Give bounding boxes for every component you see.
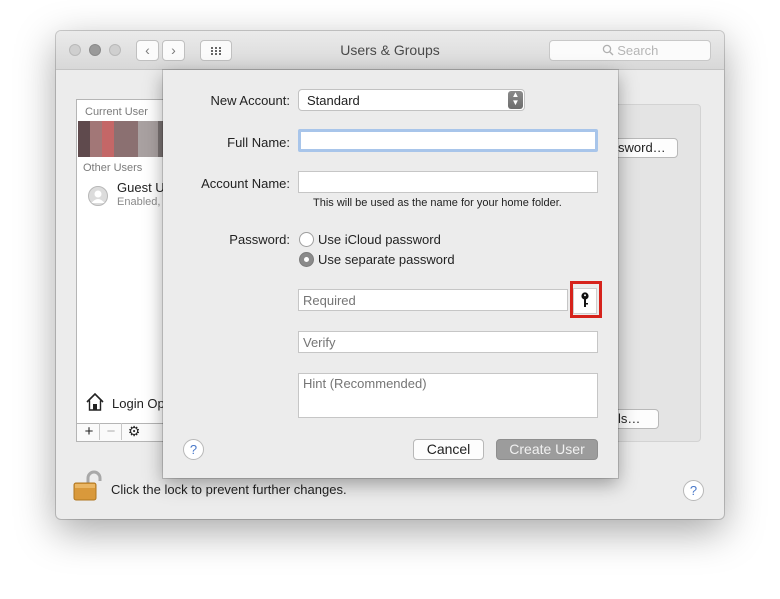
remove-user-button[interactable]: − — [101, 423, 122, 440]
account-type-popup[interactable]: Standard ▲ ▼ — [298, 89, 525, 111]
cancel-button[interactable]: Cancel — [413, 439, 484, 460]
icloud-password-radio[interactable] — [299, 232, 314, 247]
search-placeholder: Search — [617, 43, 659, 58]
lock-message: Click the lock to prevent further change… — [111, 482, 347, 497]
icloud-password-label[interactable]: Use iCloud password — [318, 232, 441, 247]
guest-user-status: Enabled, — [117, 196, 161, 208]
lock-icon[interactable] — [72, 469, 102, 501]
current-user-header: Current User — [85, 106, 148, 118]
help-button[interactable]: ? — [683, 480, 704, 501]
hint-field[interactable] — [298, 373, 598, 418]
gear-icon[interactable]: ⚙ — [123, 423, 145, 440]
verify-field[interactable] — [298, 331, 598, 353]
create-user-button[interactable]: Create User — [496, 439, 598, 460]
account-name-label: Account Name: — [201, 176, 290, 191]
separate-password-label[interactable]: Use separate password — [318, 252, 455, 267]
search-icon — [602, 43, 618, 58]
guest-avatar-icon — [88, 186, 108, 206]
house-icon — [85, 392, 105, 412]
full-name-label: Full Name: — [227, 135, 290, 150]
new-account-label: New Account: — [210, 93, 291, 108]
add-user-button[interactable]: + — [79, 423, 100, 440]
full-name-field[interactable] — [298, 129, 598, 152]
guest-user-name[interactable]: Guest U — [117, 180, 165, 195]
account-name-hint: This will be used as the name for your h… — [313, 197, 562, 209]
account-name-field[interactable] — [298, 171, 598, 193]
password-label: Password: — [229, 232, 290, 247]
other-users-header: Other Users — [83, 162, 143, 174]
popup-arrows-icon: ▲ ▼ — [508, 91, 523, 109]
login-options-item[interactable]: Login Op — [112, 396, 165, 411]
highlight-box — [570, 281, 602, 318]
account-type-value: Standard — [307, 93, 360, 108]
password-field[interactable] — [298, 289, 568, 311]
search-field[interactable]: Search — [549, 40, 711, 61]
sheet-help-button[interactable]: ? — [183, 439, 204, 460]
new-account-sheet: New Account: Standard ▲ ▼ Full Name: Acco… — [163, 70, 618, 478]
separate-password-radio[interactable] — [299, 252, 314, 267]
title-bar: ‹ › Users & Groups Search — [56, 31, 724, 70]
